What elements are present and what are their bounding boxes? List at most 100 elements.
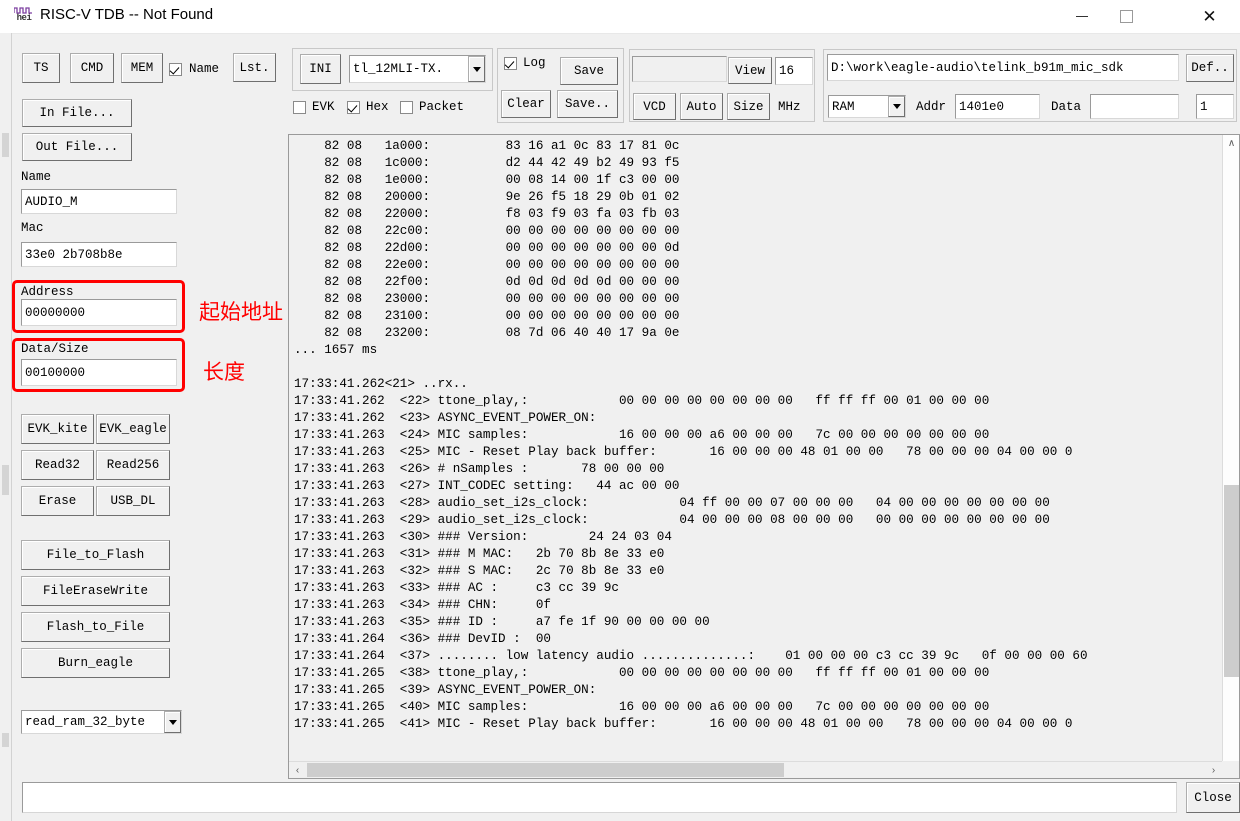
script-select[interactable]: read_ram_32_byte [21, 710, 182, 734]
log-line: 17:33:41.263 <27> INT_CODEC setting: 44 … [294, 479, 680, 493]
chevron-down-icon[interactable] [164, 711, 181, 733]
usb-dl-button[interactable]: USB_DL [96, 486, 170, 516]
left-rail-nub [2, 465, 9, 495]
log-checkbox-label: Log [523, 56, 546, 70]
log-line: 82 08 22f00: 0d 0d 0d 0d 0d 00 00 00 [294, 275, 680, 289]
auto-button[interactable]: Auto [680, 93, 723, 120]
name-input[interactable]: AUDIO_M [21, 189, 177, 214]
log-line: 17:33:41.265 <38> ttone_play,: 00 00 00 … [294, 666, 990, 680]
app-window: hei RISC-V TDB -- Not Found ✕ TS CMD MEM… [0, 0, 1240, 821]
chevron-down-icon[interactable] [888, 96, 905, 117]
mac-field-label: Mac [21, 221, 44, 235]
evk-kite-button[interactable]: EVK_kite [21, 414, 94, 444]
close-window-button[interactable]: ✕ [1187, 0, 1232, 32]
window-title: RISC-V TDB -- Not Found [40, 6, 214, 23]
title-bar: hei RISC-V TDB -- Not Found ✕ [0, 0, 1240, 34]
log-text: 82 08 1a000: 83 16 a1 0c 83 17 81 0c 82 … [294, 138, 1088, 733]
address-input[interactable]: 00000000 [21, 299, 177, 326]
lst-button[interactable]: Lst. [233, 53, 276, 82]
scroll-left-icon[interactable]: ‹ [289, 762, 306, 778]
mem-button[interactable]: MEM [121, 53, 163, 83]
data-label: Data [1051, 100, 1082, 114]
out-file-button[interactable]: Out File... [22, 133, 132, 161]
log-line: 82 08 22d00: 00 00 00 00 00 00 00 0d [294, 241, 680, 255]
addr-input[interactable]: 1401e0 [955, 94, 1040, 119]
read32-button[interactable]: Read32 [21, 450, 94, 480]
scroll-right-icon[interactable]: › [1205, 762, 1222, 778]
log-line: 82 08 1a000: 83 16 a1 0c 83 17 81 0c [294, 139, 680, 153]
log-line: 17:33:41.263 <24> MIC samples: 16 00 00 … [294, 428, 990, 442]
count-input[interactable]: 1 [1196, 94, 1234, 119]
erase-button[interactable]: Erase [21, 486, 94, 516]
log-line: 17:33:41.263 <31> ### M MAC: 2b 70 8b 8e… [294, 547, 665, 561]
left-rail-nub [2, 133, 9, 157]
log-clear-button[interactable]: Clear [501, 90, 551, 118]
log-save-button[interactable]: Save [560, 57, 618, 85]
read256-button[interactable]: Read256 [96, 450, 170, 480]
command-input[interactable] [22, 782, 1177, 813]
cmd-button[interactable]: CMD [70, 53, 114, 83]
log-line: 17:33:41.263 <34> ### CHN: 0f [294, 598, 551, 612]
maximize-button[interactable] [1104, 0, 1149, 32]
vcd-button[interactable]: VCD [633, 93, 676, 120]
log-vertical-scrollbar[interactable]: ∧ ∨ [1222, 135, 1239, 778]
view-count-input[interactable]: 16 [775, 57, 813, 85]
chevron-down-icon[interactable] [468, 56, 485, 82]
hex-checkbox[interactable] [347, 101, 360, 114]
datasize-input[interactable]: 00100000 [21, 359, 177, 386]
ini-button[interactable]: INI [300, 54, 341, 84]
log-line: 17:33:41.263 <26> # nSamples : 78 00 00 … [294, 462, 665, 476]
log-save-dots-button[interactable]: Save.. [557, 90, 618, 118]
vcd-path-input[interactable] [632, 56, 727, 82]
address-field-label: Address [21, 285, 74, 299]
log-line: 17:33:41.263 <35> ### ID : a7 fe 1f 90 0… [294, 615, 710, 629]
log-line: 17:33:41.263 <25> MIC - Reset Play back … [294, 445, 1073, 459]
scroll-up-icon[interactable]: ∧ [1223, 135, 1239, 152]
log-line: 17:33:41.265 <41> MIC - Reset Play back … [294, 717, 1073, 731]
flash-to-file-button[interactable]: Flash_to_File [21, 612, 170, 642]
log-line: 82 08 22e00: 00 00 00 00 00 00 00 00 [294, 258, 680, 272]
log-panel[interactable]: 82 08 1a000: 83 16 a1 0c 83 17 81 0c 82 … [288, 134, 1240, 779]
scroll-corner [1222, 761, 1239, 778]
log-line: 17:33:41.262 <23> ASYNC_EVENT_POWER_ON: [294, 411, 597, 425]
view-button[interactable]: View [728, 57, 772, 84]
close-button[interactable]: Close [1186, 782, 1240, 813]
log-line: 17:33:41.263 <33> ### AC : c3 cc 39 9c [294, 581, 619, 595]
minimize-button[interactable] [1059, 0, 1104, 32]
log-line: 82 08 23200: 08 7d 06 40 40 17 9a 0e [294, 326, 680, 340]
script-select-value: read_ram_32_byte [25, 715, 146, 729]
vertical-scroll-thumb[interactable] [1224, 485, 1239, 677]
memory-type-select[interactable]: RAM [828, 95, 906, 118]
log-line: 82 08 23000: 00 00 00 00 00 00 00 00 [294, 292, 680, 306]
evk-checkbox[interactable] [293, 101, 306, 114]
in-file-button[interactable]: In File... [22, 99, 132, 127]
log-line: 82 08 1e000: 00 08 14 00 1f c3 00 00 [294, 173, 680, 187]
hex-checkbox-label: Hex [366, 100, 389, 114]
file-erase-write-button[interactable]: FileEraseWrite [21, 576, 170, 606]
left-rail [0, 33, 12, 821]
evk-eagle-button[interactable]: EVK_eagle [96, 414, 170, 444]
horizontal-scroll-thumb[interactable] [307, 763, 784, 777]
ini-file-select[interactable]: tl_12MLI-TX. [349, 55, 486, 83]
log-line: 17:33:41.263 <32> ### S MAC: 2c 70 8b 8e… [294, 564, 665, 578]
ts-button[interactable]: TS [22, 53, 60, 83]
file-to-flash-button[interactable]: File_to_Flash [21, 540, 170, 570]
hei-text-icon: hei [16, 13, 32, 23]
waveform-icon [14, 6, 32, 14]
log-checkbox[interactable] [504, 57, 517, 70]
data-input[interactable] [1090, 94, 1179, 119]
mhz-label: MHz [778, 100, 801, 114]
mac-input[interactable]: 33e0 2b708b8e [21, 242, 177, 267]
size-button[interactable]: Size [727, 93, 770, 120]
burn-eagle-button[interactable]: Burn_eagle [21, 648, 170, 678]
log-line: 17:33:41.263 <30> ### Version: 24 24 03 … [294, 530, 672, 544]
sdk-path-input[interactable]: D:\work\eagle-audio\telink_b91m_mic_sdk [827, 54, 1179, 81]
left-rail-nub [2, 733, 9, 747]
def-button[interactable]: Def.. [1186, 54, 1234, 82]
log-line: 82 08 1c000: d2 44 42 49 b2 49 93 f5 [294, 156, 680, 170]
log-horizontal-scrollbar[interactable]: ‹ › [289, 761, 1239, 778]
packet-checkbox[interactable] [400, 101, 413, 114]
packet-checkbox-label: Packet [419, 100, 465, 114]
name-checkbox[interactable] [169, 63, 182, 76]
